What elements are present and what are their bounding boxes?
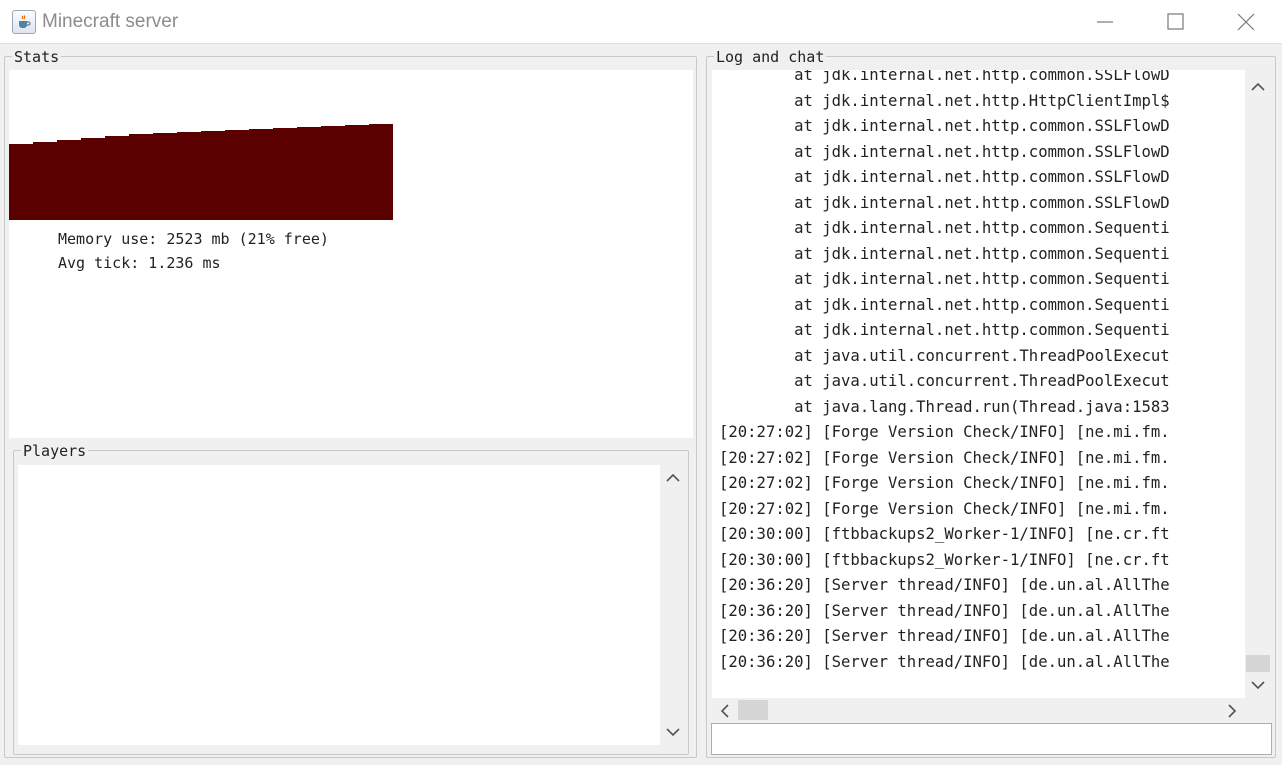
scroll-up-icon[interactable] [1251, 82, 1265, 92]
log-line: [20:36:20] [Server thread/INFO] [de.un.a… [719, 601, 1170, 620]
stats-panel: Memory use: 2523 mb (21% free) Avg tick:… [9, 70, 693, 438]
title-bar: Minecraft server [0, 0, 1282, 44]
log-line: at jdk.internal.net.http.common.Sequenti [719, 244, 1170, 263]
log-line: at jdk.internal.net.http.common.SSLFlowD [719, 142, 1170, 161]
log-line: [20:30:00] [ftbbackups2_Worker-1/INFO] [… [719, 550, 1170, 569]
log-horizontal-scroll-thumb[interactable] [738, 700, 768, 720]
scroll-left-icon[interactable] [720, 704, 730, 718]
log-line: at jdk.internal.net.http.common.Sequenti [719, 219, 1170, 237]
minimize-icon [1097, 21, 1113, 23]
players-scrollbar[interactable] [660, 465, 686, 745]
log-line: [20:27:02] [Forge Version Check/INFO] [n… [719, 423, 1170, 441]
log-line: at jdk.internal.net.http.HttpClientImpl$ [719, 91, 1170, 110]
log-line: [20:27:02] [Forge Version Check/INFO] [n… [719, 474, 1170, 492]
scroll-up-icon[interactable] [666, 473, 680, 483]
log-vertical-scrollbar[interactable] [1245, 70, 1271, 698]
log-line: at java.lang.Thread.run(Thread.java:1583 [719, 397, 1170, 416]
log-line: at jdk.internal.net.http.common.SSLFlowD [719, 193, 1170, 212]
log-line: at jdk.internal.net.http.common.Sequenti [719, 295, 1170, 314]
java-coffee-icon [12, 10, 36, 34]
log-line: [20:27:02] [Forge Version Check/INFO] [n… [719, 499, 1170, 518]
log-line: at jdk.internal.net.http.common.Sequenti [719, 270, 1170, 288]
log-line: at java.util.concurrent.ThreadPoolExecut [719, 372, 1170, 390]
players-title: Players [21, 442, 89, 460]
log-line: [20:36:20] [Server thread/INFO] [de.un.a… [719, 576, 1170, 594]
avg-tick-label: Avg tick: 1.236 ms [58, 254, 221, 272]
log-line: at jdk.internal.net.http.common.SSLFlowD [719, 168, 1170, 186]
log-line: at jdk.internal.net.http.common.Sequenti [719, 321, 1170, 339]
maximize-icon [1167, 13, 1184, 30]
log-line: [20:30:00] [ftbbackups2_Worker-1/INFO] [… [719, 525, 1170, 543]
log-horizontal-scrollbar[interactable] [712, 698, 1245, 722]
log-line: [20:36:20] [Server thread/INFO] [de.un.a… [719, 652, 1170, 671]
chat-input[interactable] [711, 723, 1272, 755]
close-button[interactable] [1212, 0, 1280, 44]
log-line: at java.util.concurrent.ThreadPoolExecut [719, 346, 1170, 365]
log-vertical-scroll-thumb[interactable] [1246, 655, 1270, 672]
scroll-down-icon[interactable] [1251, 680, 1265, 690]
scroll-corner [1245, 698, 1271, 722]
log-line: at jdk.internal.net.http.common.SSLFlowD [719, 117, 1170, 135]
log-line: [20:27:02] [Forge Version Check/INFO] [n… [719, 448, 1170, 467]
log-line: [20:36:20] [Server thread/INFO] [de.un.a… [719, 627, 1170, 645]
minimize-button[interactable] [1072, 0, 1140, 44]
window-title: Minecraft server [42, 11, 179, 32]
log-title: Log and chat [714, 48, 827, 66]
maximize-button[interactable] [1142, 0, 1210, 44]
memory-graph [9, 124, 393, 220]
memory-use-label: Memory use: 2523 mb (21% free) [58, 230, 329, 248]
log-line: at jdk.internal.net.http.common.SSLFlowD [719, 70, 1170, 84]
scroll-right-icon[interactable] [1227, 704, 1237, 718]
log-text-area[interactable]: at jdk.internal.net.http.common.SSLFlowD… [712, 70, 1245, 698]
close-icon [1237, 13, 1255, 31]
stats-title: Stats [12, 48, 62, 66]
scroll-down-icon[interactable] [666, 727, 680, 737]
players-list[interactable] [18, 465, 660, 745]
